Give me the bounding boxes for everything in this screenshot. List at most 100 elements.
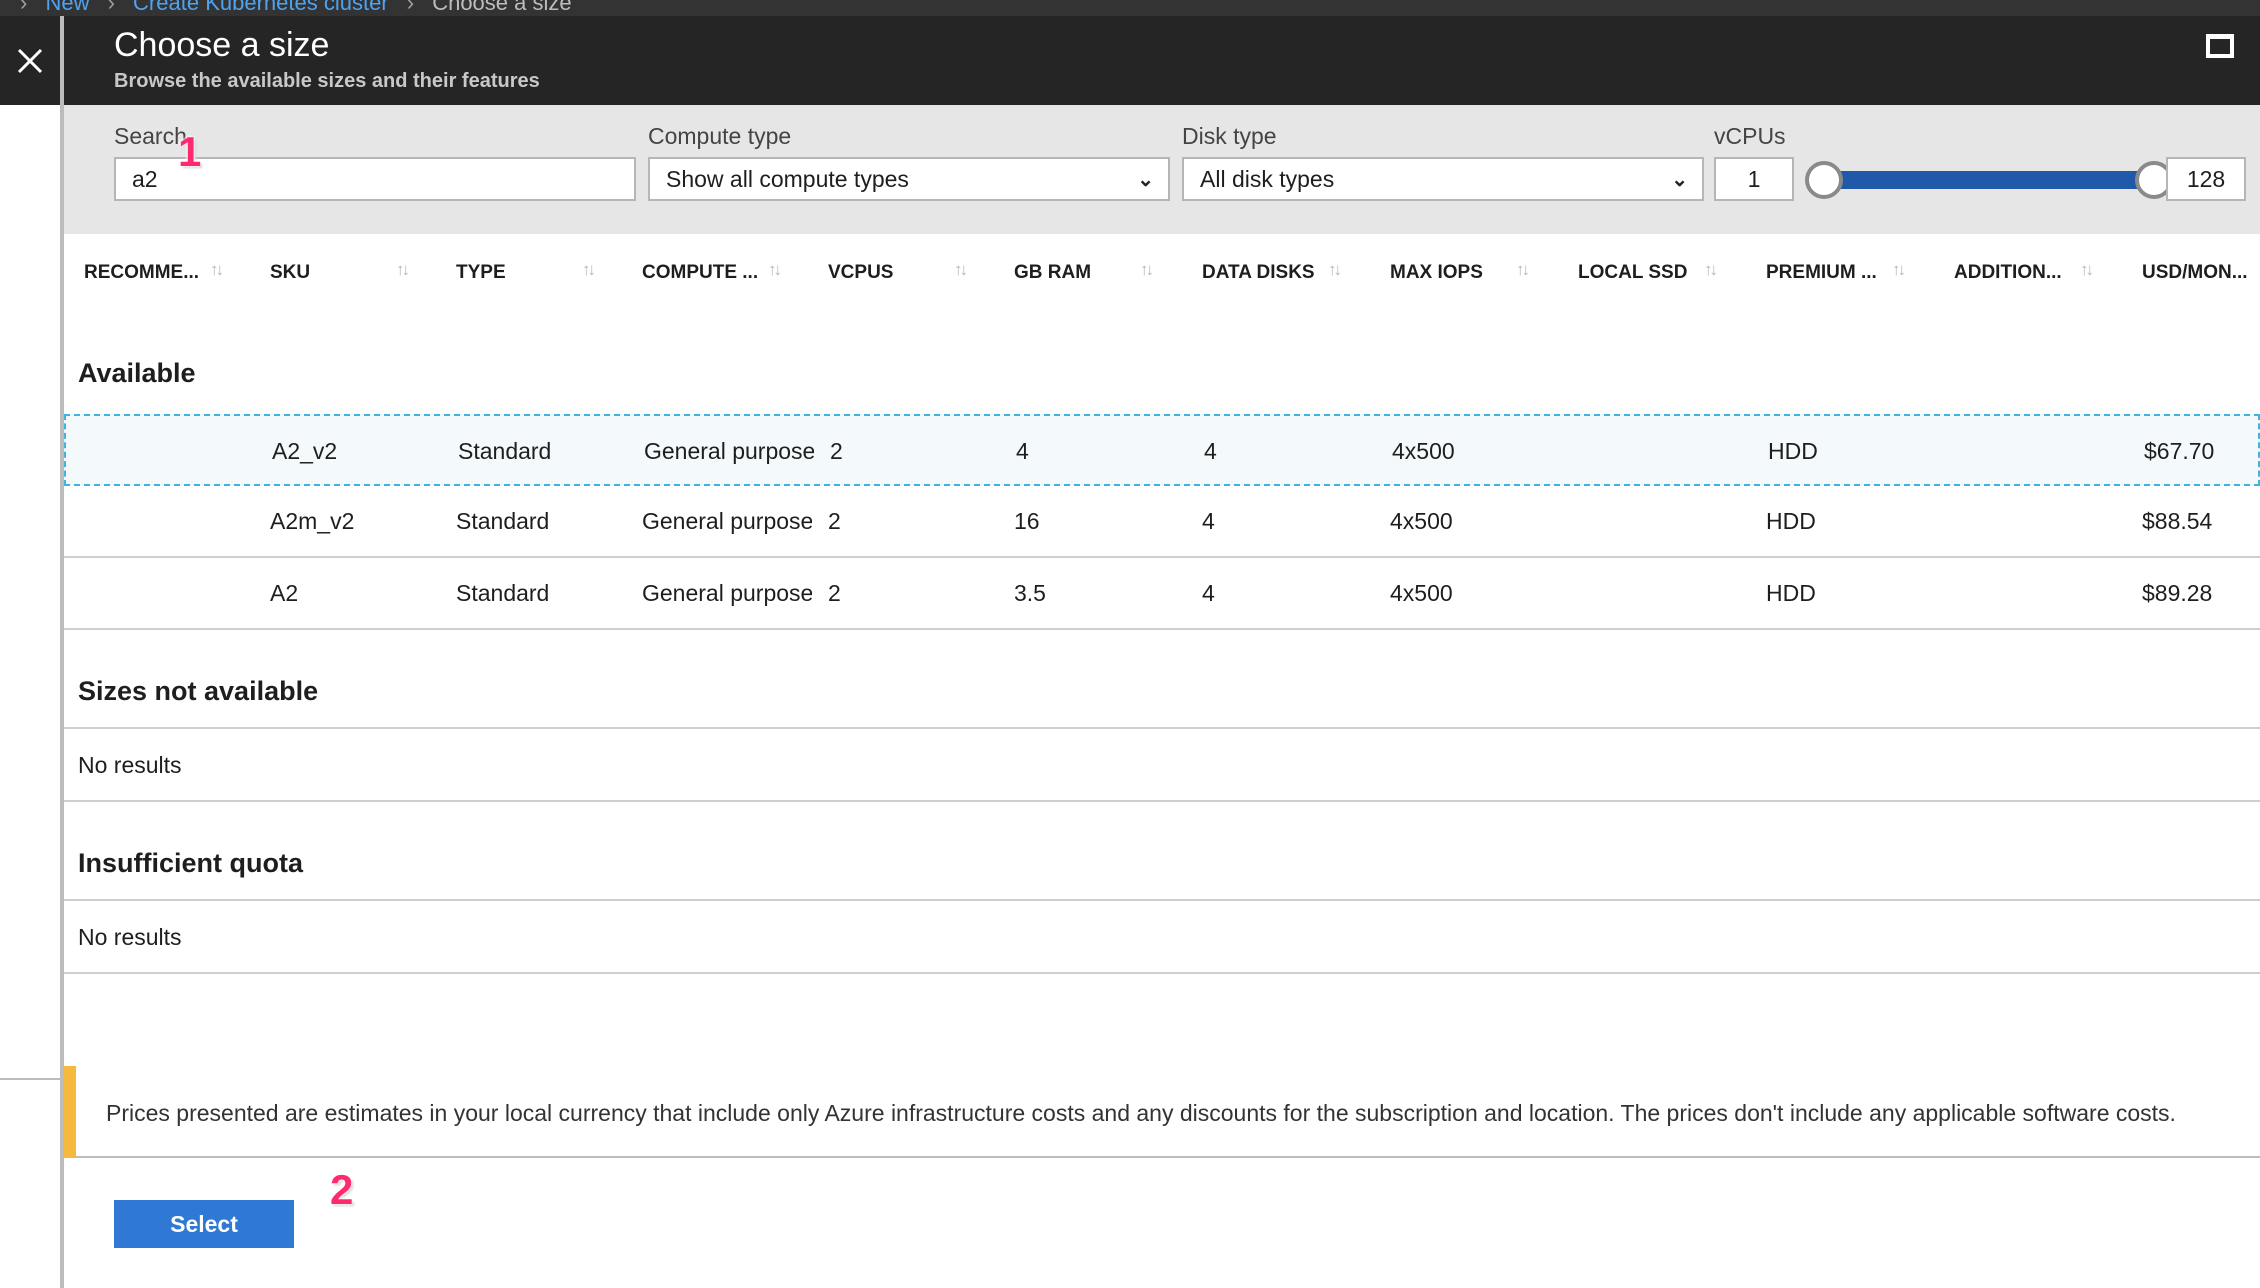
breadcrumb: › New › Create Kubernetes cluster › Choo… [8, 0, 572, 16]
close-icon [17, 48, 43, 73]
cell-usd-month: $67.70 [2144, 438, 2215, 464]
section-title-not-available: Sizes not available [78, 676, 319, 706]
cell-compute: General purpose [642, 580, 812, 606]
cell-usd-month: $89.28 [2142, 580, 2213, 606]
cell-compute: General purpose [644, 438, 814, 464]
sort-icon[interactable]: ↑↓ [210, 260, 224, 280]
cell-vcpus: 2 [828, 508, 841, 534]
sort-icon[interactable]: ↑↓ [1140, 260, 1154, 280]
sort-icon[interactable]: ↑↓ [582, 260, 596, 280]
column-header-recommended[interactable]: RECOMME... [84, 262, 199, 284]
column-header-compute[interactable]: COMPUTE ... [642, 262, 758, 284]
cell-premium: HDD [1768, 438, 1818, 464]
breadcrumb-separator: › [107, 0, 115, 15]
cell-gb-ram: 16 [1014, 508, 1040, 534]
cell-usd-month: $88.54 [2142, 508, 2213, 534]
cell-vcpus: 2 [828, 580, 841, 606]
vcpus-min-input[interactable]: 1 [1714, 157, 1794, 201]
cell-sku: A2_v2 [272, 438, 338, 464]
search-label: Search [114, 123, 187, 149]
disk-type-select[interactable]: All disk types ⌄ [1182, 157, 1704, 201]
divider [64, 727, 2260, 729]
cell-vcpus: 2 [830, 438, 843, 464]
column-header-premium[interactable]: PREMIUM ... [1766, 262, 1877, 284]
cell-max-iops: 4x500 [1392, 438, 1455, 464]
table-header: RECOMME... ↑↓ SKU ↑↓ TYPE ↑↓ COMPUTE ...… [64, 234, 2260, 314]
column-header-gb-ram[interactable]: GB RAM [1014, 262, 1091, 284]
divider [64, 800, 2260, 802]
breadcrumb-separator: › [20, 0, 28, 15]
sort-icon[interactable]: ↑↓ [396, 260, 410, 280]
column-header-local-ssd[interactable]: LOCAL SSD [1578, 262, 1687, 284]
sort-icon[interactable]: ↑↓ [954, 260, 968, 280]
breadcrumb-separator: › [406, 0, 415, 15]
section-title-insufficient-quota: Insufficient quota [78, 848, 303, 878]
vcpus-slider-track[interactable] [1824, 171, 2154, 189]
page-title: Choose a size [114, 26, 330, 64]
no-results-not-available: No results [78, 752, 182, 778]
vcpus-label: vCPUs [1714, 123, 1786, 149]
page-subtitle: Browse the available sizes and their fea… [114, 70, 540, 92]
compute-type-select[interactable]: Show all compute types ⌄ [648, 157, 1170, 201]
table-row[interactable]: A2m_v2 Standard General purpose 2 16 4 4… [64, 486, 2260, 558]
disk-type-label: Disk type [1182, 123, 1277, 149]
select-button[interactable]: Select [114, 1200, 294, 1248]
notice-accent-bar [64, 1066, 76, 1158]
column-header-vcpus[interactable]: VCPUS [828, 262, 893, 284]
vcpus-slider-min-handle[interactable] [1805, 161, 1843, 199]
breadcrumb-create-kubernetes-cluster[interactable]: Create Kubernetes cluster [133, 0, 389, 15]
sort-icon[interactable]: ↑↓ [768, 260, 782, 280]
cell-data-disks: 4 [1204, 438, 1217, 464]
close-button[interactable] [0, 16, 60, 105]
cell-data-disks: 4 [1202, 508, 1215, 534]
compute-type-label: Compute type [648, 123, 792, 149]
maximize-icon[interactable] [2206, 34, 2234, 58]
sort-icon[interactable]: ↑↓ [1328, 260, 1342, 280]
divider [64, 972, 2260, 974]
no-results-insufficient-quota: No results [78, 924, 182, 950]
cell-sku: A2m_v2 [270, 508, 355, 534]
cell-type: Standard [456, 580, 550, 606]
table-row[interactable]: A2_v2 Standard General purpose 2 4 4 4x5… [64, 414, 2260, 486]
sort-icon[interactable]: ↑↓ [1704, 260, 1718, 280]
rail-divider [0, 1078, 60, 1080]
cell-max-iops: 4x500 [1390, 508, 1453, 534]
cell-gb-ram: 3.5 [1014, 580, 1046, 606]
cell-premium: HDD [1766, 508, 1816, 534]
cell-data-disks: 4 [1202, 580, 1215, 606]
blade-header: Choose a size Browse the available sizes… [64, 16, 2260, 105]
sort-icon[interactable]: ↑↓ [1516, 260, 1530, 280]
cell-type: Standard [458, 438, 552, 464]
notice-text: Prices presented are estimates in your l… [106, 1100, 2176, 1126]
disk-type-value: All disk types [1200, 165, 1335, 192]
column-header-max-iops[interactable]: MAX IOPS [1390, 262, 1483, 284]
cell-compute: General purpose [642, 508, 812, 534]
table-row[interactable]: A2 Standard General purpose 2 3.5 4 4x50… [64, 558, 2260, 630]
compute-type-value: Show all compute types [666, 165, 909, 192]
cell-max-iops: 4x500 [1390, 580, 1453, 606]
breadcrumb-new[interactable]: New [45, 0, 89, 15]
cell-type: Standard [456, 508, 550, 534]
callout-1: 1 [178, 128, 202, 175]
column-header-usd-month[interactable]: USD/MON... [2142, 262, 2248, 284]
breadcrumb-bar: › New › Create Kubernetes cluster › Choo… [0, 0, 2260, 16]
cell-sku: A2 [270, 580, 299, 606]
vcpus-max-input[interactable]: 128 [2166, 157, 2246, 201]
chevron-down-icon: ⌄ [1137, 168, 1154, 191]
sort-icon[interactable]: ↑↓ [2080, 260, 2094, 280]
sort-icon[interactable]: ↑↓ [1892, 260, 1906, 280]
filter-bar: Search a2 Compute type Show all compute … [64, 105, 2260, 234]
column-header-data-disks[interactable]: DATA DISKS [1202, 262, 1315, 284]
left-rail [0, 16, 60, 1288]
cell-gb-ram: 4 [1016, 438, 1029, 464]
section-title-available: Available [78, 358, 196, 388]
chevron-down-icon: ⌄ [1671, 168, 1688, 191]
column-header-sku[interactable]: SKU [270, 262, 310, 284]
column-header-additional[interactable]: ADDITION... [1954, 262, 2062, 284]
callout-2: 2 [330, 1166, 354, 1213]
cell-premium: HDD [1766, 580, 1816, 606]
breadcrumb-current: Choose a size [432, 0, 572, 15]
divider [64, 899, 2260, 901]
pricing-notice: Prices presented are estimates in your l… [64, 1066, 2260, 1158]
column-header-type[interactable]: TYPE [456, 262, 506, 284]
